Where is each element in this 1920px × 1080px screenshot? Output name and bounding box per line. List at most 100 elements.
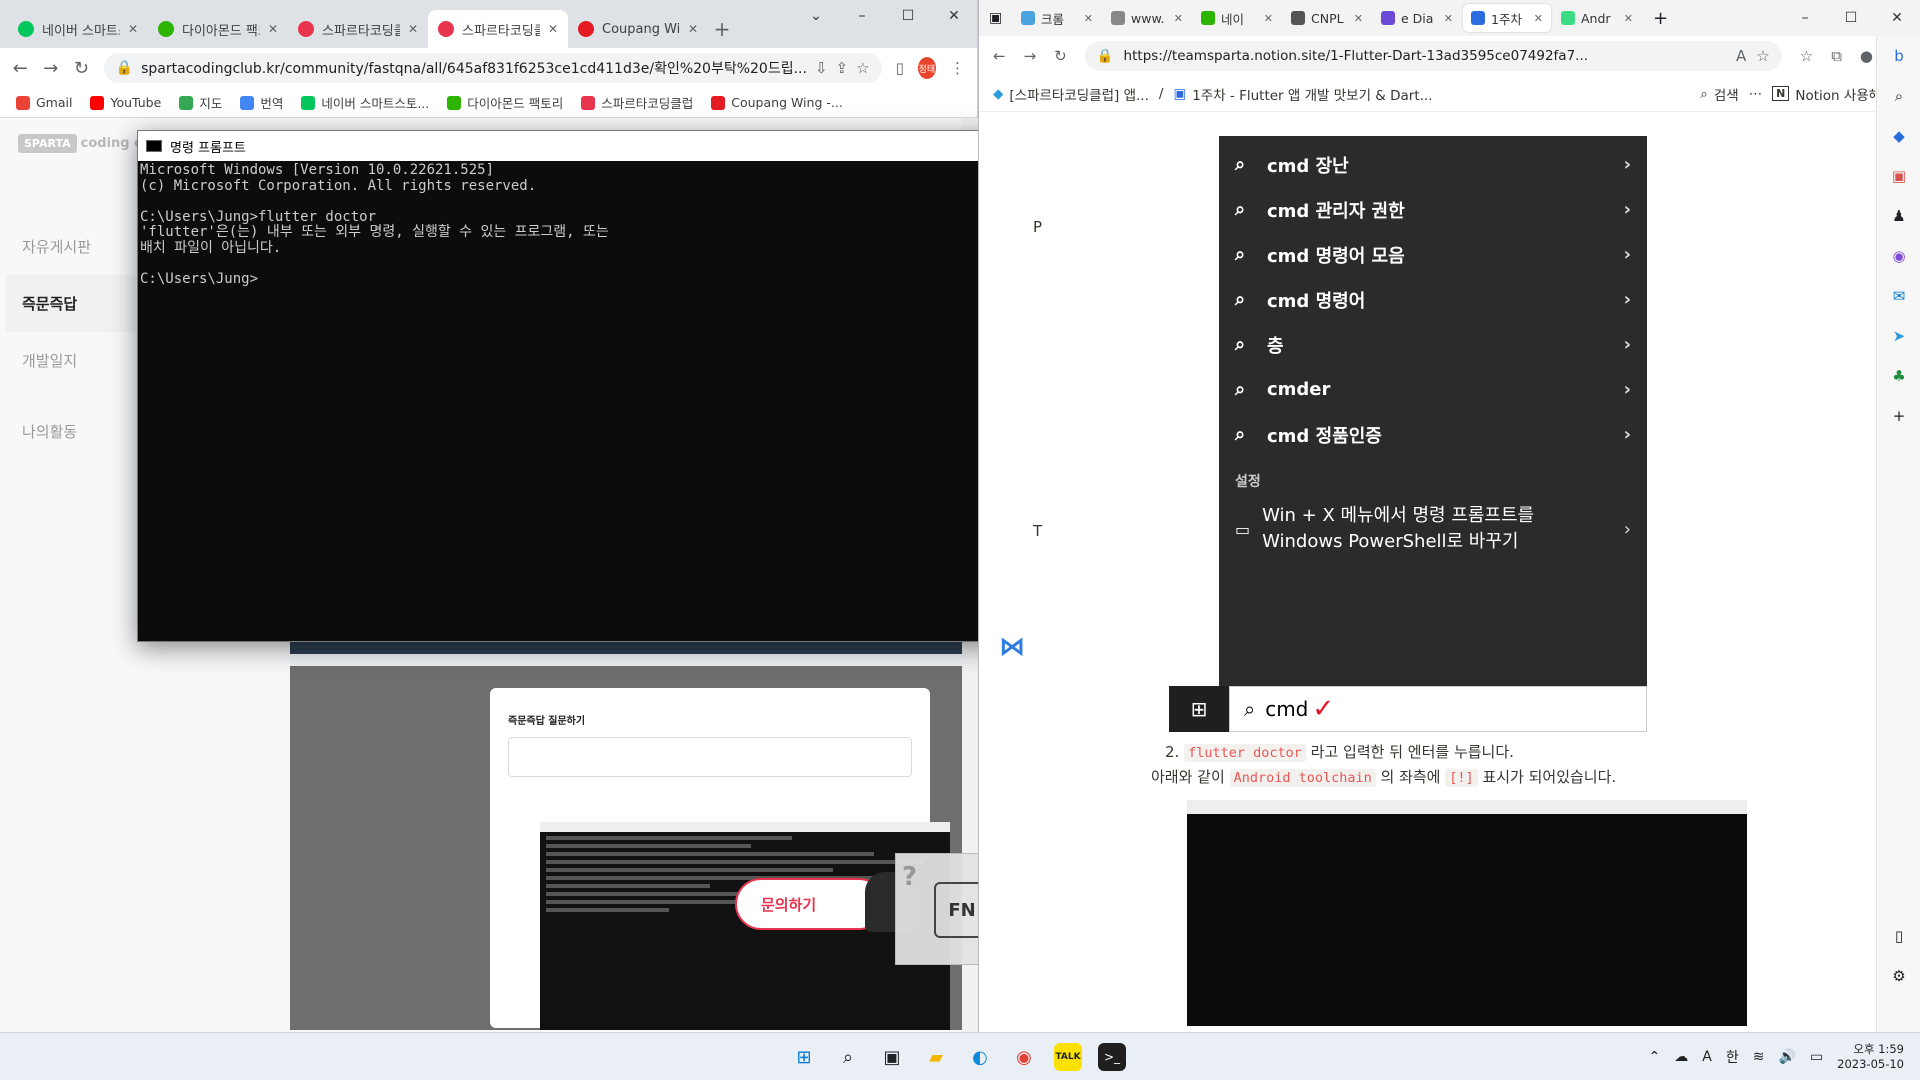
- bookmark-item[interactable]: 스파르타코딩클럽: [581, 93, 693, 112]
- chevron-up-icon[interactable]: ⌃: [1649, 1049, 1661, 1065]
- bookmark-item[interactable]: 지도: [179, 93, 222, 112]
- tab-item[interactable]: 스파르타코딩클럽 ✕: [428, 10, 568, 48]
- edge-tab-item[interactable]: 네이 ✕: [1193, 4, 1281, 32]
- bookmark-star-icon[interactable]: ☆: [856, 59, 869, 77]
- minimize-button[interactable]: –: [1782, 0, 1828, 36]
- close-tab-icon[interactable]: ✕: [1084, 12, 1093, 25]
- setting-result[interactable]: ▭ Win + X 메뉴에서 명령 프롬프트를 Windows PowerShel…: [1219, 497, 1647, 561]
- search-result-item[interactable]: ⌕ 층 ›: [1219, 322, 1647, 367]
- search-icon[interactable]: ⌕: [834, 1043, 862, 1071]
- address-bar[interactable]: 🔒 spartacodingclub.kr/community/fastqna/…: [103, 53, 882, 83]
- edge-tab-item[interactable]: CNPL ✕: [1283, 4, 1371, 32]
- forward-icon[interactable]: →: [1024, 47, 1037, 65]
- bookmark-item[interactable]: Coupang Wing -...: [711, 95, 843, 110]
- back-icon[interactable]: ←: [12, 58, 29, 79]
- favorite-icon[interactable]: ☆: [1756, 47, 1769, 65]
- add-icon[interactable]: +: [1877, 396, 1920, 436]
- chrome-icon[interactable]: ◉: [1010, 1043, 1038, 1071]
- profile-icon[interactable]: ●: [1860, 47, 1873, 65]
- tab-actions-icon[interactable]: ▣: [989, 10, 1009, 26]
- bookmark-item[interactable]: 네이버 스마트스토...: [301, 93, 429, 112]
- search-result-item[interactable]: ⌕ cmd 관리자 권한 ›: [1219, 187, 1647, 232]
- wifi-icon[interactable]: ≋: [1753, 1049, 1765, 1065]
- search-result-item[interactable]: ⌕ cmd 장난 ›: [1219, 142, 1647, 187]
- cmd-titlebar[interactable]: 명령 프롬프트 – ☐ ✕: [138, 131, 1114, 161]
- edge-tab-item[interactable]: Andr ✕: [1553, 4, 1641, 32]
- breadcrumb-2[interactable]: ▣ 1주차 - Flutter 앱 개발 맛보기 & Dart...: [1173, 84, 1432, 104]
- clock[interactable]: 오후 1:59 2023-05-10: [1837, 1042, 1904, 1072]
- sidenav-item[interactable]: 즉문즉답: [6, 275, 136, 332]
- read-aloud-icon[interactable]: A: [1736, 47, 1746, 65]
- share-icon[interactable]: ⇪: [836, 59, 849, 77]
- bookmark-item[interactable]: YouTube: [90, 95, 161, 110]
- forward-icon[interactable]: →: [43, 58, 60, 79]
- terminal-icon[interactable]: >_: [1098, 1043, 1126, 1071]
- bing-icon[interactable]: b: [1877, 36, 1920, 76]
- back-icon[interactable]: ←: [993, 47, 1006, 65]
- edge-tab-item[interactable]: 1주차 ✕: [1463, 4, 1551, 32]
- games-icon[interactable]: ♟: [1877, 196, 1920, 236]
- edge-address-bar[interactable]: 🔒 https://teamsparta.notion.site/1-Flutt…: [1084, 41, 1782, 71]
- sidenav-item[interactable]: 나의활동: [6, 403, 136, 460]
- close-tab-icon[interactable]: ✕: [268, 22, 278, 36]
- cloud-icon[interactable]: ☁: [1674, 1049, 1688, 1065]
- edge-tab-item[interactable]: 크롬 ✕: [1013, 4, 1101, 32]
- settings-icon[interactable]: ⚙: [1877, 956, 1920, 996]
- edge-tab-item[interactable]: e Dia ✕: [1373, 4, 1461, 32]
- start-icon[interactable]: ⊞: [790, 1043, 818, 1071]
- tools-icon[interactable]: ▣: [1877, 156, 1920, 196]
- sidenav-item[interactable]: 자유게시판: [6, 218, 136, 275]
- office-icon[interactable]: ◉: [1877, 236, 1920, 276]
- reload-icon[interactable]: ↻: [1054, 47, 1067, 65]
- favorites-icon[interactable]: ☆: [1800, 47, 1813, 65]
- profile-avatar[interactable]: 정태: [917, 57, 937, 79]
- shopping-icon[interactable]: ◆: [1877, 116, 1920, 156]
- new-tab-button[interactable]: +: [708, 10, 736, 48]
- battery-icon[interactable]: ▭: [1810, 1049, 1823, 1065]
- close-tab-icon[interactable]: ✕: [1624, 12, 1633, 25]
- edge-tab-item[interactable]: www. ✕: [1103, 4, 1191, 32]
- bookmark-item[interactable]: Gmail: [16, 95, 72, 110]
- tree-icon[interactable]: ♣: [1877, 356, 1920, 396]
- close-button[interactable]: ✕: [1874, 0, 1920, 36]
- close-tab-icon[interactable]: ✕: [1264, 12, 1273, 25]
- close-tab-icon[interactable]: ✕: [1534, 12, 1543, 25]
- console-output[interactable]: Microsoft Windows [Version 10.0.22621.52…: [138, 161, 1114, 289]
- new-tab-button[interactable]: +: [1645, 8, 1676, 29]
- close-button[interactable]: ✕: [931, 0, 977, 32]
- ime-hangul[interactable]: 한: [1726, 1047, 1739, 1067]
- install-icon[interactable]: ⇩: [815, 59, 828, 77]
- tab-item[interactable]: 스파르타코딩클럽 ✕: [288, 10, 428, 48]
- maximize-button[interactable]: ☐: [885, 0, 931, 32]
- reload-icon[interactable]: ↻: [73, 58, 90, 79]
- menu-icon[interactable]: ⋮: [950, 59, 965, 77]
- layout-icon[interactable]: ▯: [1877, 916, 1920, 956]
- collections-icon[interactable]: ⧉: [1831, 47, 1842, 65]
- close-tab-icon[interactable]: ✕: [688, 22, 698, 36]
- search-icon[interactable]: ⌕: [1877, 76, 1920, 116]
- outlook-icon[interactable]: ✉: [1877, 276, 1920, 316]
- bookmark-item[interactable]: 번역: [240, 93, 283, 112]
- more-icon[interactable]: ⋯: [1749, 86, 1763, 102]
- close-tab-icon[interactable]: ✕: [128, 22, 138, 36]
- volume-icon[interactable]: 🔊: [1778, 1049, 1795, 1065]
- kakaotalk-icon[interactable]: TALK: [1054, 1043, 1082, 1071]
- side-panel-icon[interactable]: ▯: [896, 59, 904, 77]
- ime-mode[interactable]: A: [1702, 1049, 1712, 1065]
- search-result-item[interactable]: ⌕ cmder ›: [1219, 367, 1647, 412]
- close-tab-icon[interactable]: ✕: [548, 22, 558, 36]
- inquiry-button[interactable]: 문의하기: [735, 872, 913, 932]
- search-result-item[interactable]: ⌕ cmd 명령어 ›: [1219, 277, 1647, 322]
- breadcrumb-1[interactable]: ◆ [스파르타코딩클럽] 앱...: [993, 84, 1149, 104]
- close-tab-icon[interactable]: ✕: [1444, 12, 1453, 25]
- edge-icon[interactable]: ◐: [966, 1043, 994, 1071]
- tab-item[interactable]: 다이아몬드 팩토리 ✕: [148, 10, 288, 48]
- tab-item[interactable]: 네이버 스마트스토어 ✕: [8, 10, 148, 48]
- minimize-button[interactable]: –: [839, 0, 885, 32]
- file-explorer-icon[interactable]: ▰: [922, 1043, 950, 1071]
- maximize-button[interactable]: ☐: [1828, 0, 1874, 36]
- tab-search-icon[interactable]: ⌄: [793, 0, 839, 32]
- search-result-item[interactable]: ⌕ cmd 명령어 모음 ›: [1219, 232, 1647, 277]
- close-tab-icon[interactable]: ✕: [1174, 12, 1183, 25]
- search-result-item[interactable]: ⌕ cmd 정품인증 ›: [1219, 412, 1647, 457]
